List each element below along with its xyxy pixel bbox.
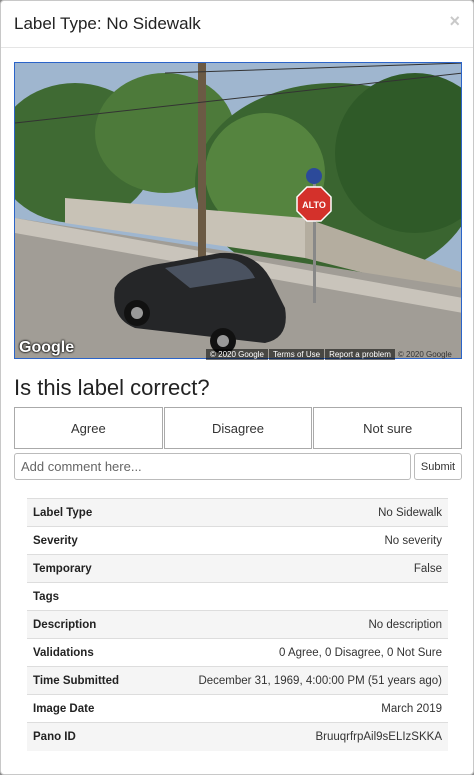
vote-button-group: Agree Disagree Not sure [14,407,463,449]
info-row: Pano ID BruuqrfrpAil9sELIzSKKA [27,722,448,751]
comment-row: Submit [14,453,462,480]
label-modal: Label Type: No Sidewalk × ALTO Google © … [0,0,474,775]
info-value: No description [143,610,448,639]
report-problem-link[interactable]: Report a problem [325,348,395,360]
info-row: Severity No severity [27,526,448,555]
info-row: Tags [27,582,448,611]
info-key: Label Type [27,498,144,527]
info-value: No severity [143,526,448,555]
comment-input[interactable] [14,453,411,480]
stop-sign-text: ALTO [302,200,326,210]
google-logo: Google [19,339,75,356]
info-key: Severity [27,526,144,555]
info-value: False [143,554,448,583]
agree-button[interactable]: Agree [14,407,163,449]
submit-button[interactable]: Submit [414,453,462,480]
info-value: December 31, 1969, 4:00:00 PM (51 years … [143,666,448,695]
label-info-table: Label Type No Sidewalk Severity No severity… [27,498,448,751]
info-value: BruuqrfrpAil9sELIzSKKA [143,722,448,751]
info-key: Pano ID [27,722,144,751]
close-button[interactable]: × [449,11,460,32]
info-row: Image Date March 2019 [27,694,448,723]
not-sure-button[interactable]: Not sure [313,407,463,449]
street-view-panorama[interactable]: ALTO [14,62,462,359]
info-key: Validations [27,638,144,667]
modal-title: Label Type: No Sidewalk [14,14,201,33]
info-key: Time Submitted [27,666,144,695]
copyright-text: © 2020 Google [206,348,268,360]
validation-question: Is this label correct? [14,375,210,400]
info-key: Image Date [27,694,144,723]
info-value [143,582,448,611]
info-row: Description No description [27,610,448,639]
info-row: Validations 0 Agree, 0 Disagree, 0 Not Su… [27,638,448,667]
info-value: March 2019 [143,694,448,723]
terms-link[interactable]: Terms of Use [268,348,325,360]
info-key: Description [27,610,144,639]
info-key: Temporary [27,554,144,583]
info-row: Temporary False [27,554,448,583]
copyright-text-2: © 2020 Google [397,349,452,359]
info-row: Label Type No Sidewalk [27,498,448,527]
info-row: Time Submitted December 31, 1969, 4:00:00… [27,666,448,695]
info-key: Tags [27,582,144,611]
info-value: No Sidewalk [143,498,448,527]
disagree-button[interactable]: Disagree [163,407,313,449]
street-scene-image: ALTO [15,63,461,358]
modal-header: Label Type: No Sidewalk × [1,1,473,48]
pano-footer: © 2020 Google Terms of Use Report a prob… [206,348,463,360]
info-value: 0 Agree, 0 Disagree, 0 Not Sure [143,638,448,667]
